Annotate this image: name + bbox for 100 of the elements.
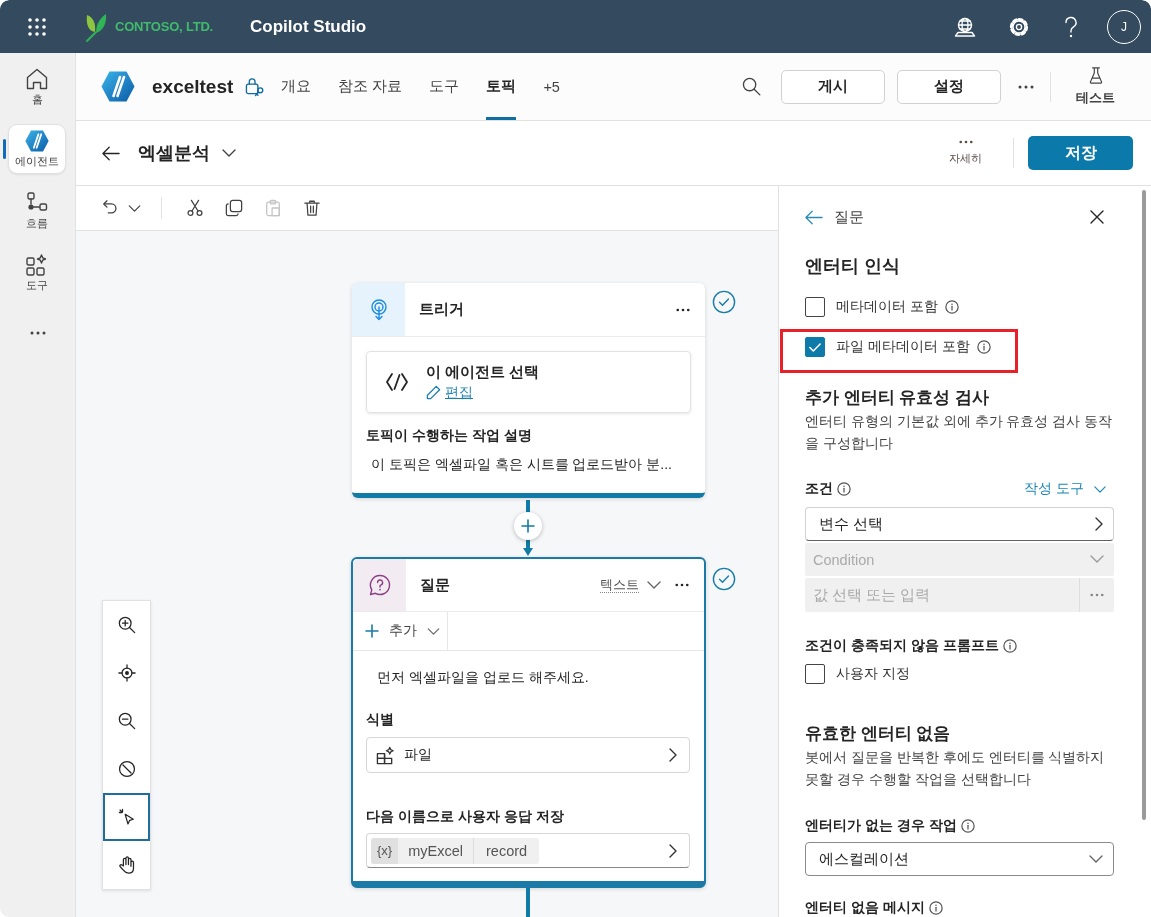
scissors-icon[interactable]	[186, 199, 204, 217]
chevron-right-icon	[669, 748, 677, 762]
field-label: 엔터티 없음 메시지	[805, 898, 925, 917]
chevron-down-icon	[427, 627, 440, 635]
publish-button[interactable]: 게시	[781, 69, 885, 104]
topic-title: 엑셀분석	[138, 142, 210, 165]
agent-name: exceltest	[152, 75, 234, 98]
field-label: 조건이 충족되지 않음 프롬프트	[805, 637, 999, 655]
close-icon[interactable]	[1090, 210, 1104, 224]
more-icon[interactable]	[675, 583, 689, 587]
section-title: 유효한 엔터티 없음	[805, 723, 952, 744]
more-icon[interactable]	[676, 307, 690, 312]
back-arrow-icon[interactable]	[102, 145, 120, 161]
rail-item[interactable]: 흐름	[8, 186, 66, 236]
details-button[interactable]: 자세히	[949, 140, 982, 166]
edit-link[interactable]: 편집	[426, 383, 540, 402]
entity-picker[interactable]: 파일	[366, 737, 690, 773]
crosshair-icon	[117, 664, 136, 682]
variable-symbol: {x}	[371, 837, 399, 864]
more-icon	[958, 140, 973, 144]
settings-icon[interactable]	[1009, 16, 1029, 37]
chevron-down-icon[interactable]	[128, 204, 141, 212]
info-icon[interactable]	[837, 482, 851, 496]
zoom-out-icon	[117, 712, 136, 730]
search-icon[interactable]	[742, 77, 761, 96]
chevron-down-icon	[1094, 485, 1106, 493]
add-menu-button[interactable]: 추가	[353, 612, 448, 650]
save-response-label: 다음 이름으로 사용자 응답 저장	[366, 807, 565, 826]
save-button[interactable]: 저장	[1028, 136, 1133, 170]
response-type-dropdown[interactable]: 텍스트	[600, 577, 661, 593]
scrollbar-thumb[interactable]	[1142, 190, 1146, 820]
variable-type: record	[485, 842, 529, 859]
more-icon[interactable]	[1018, 84, 1034, 89]
chevron-down-icon[interactable]	[222, 149, 236, 157]
rail-item[interactable]: 도구	[8, 248, 66, 298]
trigger-node[interactable]: 트리거 이 에이전트 선택 편집 토픽이 수행하는 작업 설명 이 토픽은 엑셀파일 혹은 시트를 업로드받아 분...	[352, 283, 705, 498]
formula-link[interactable]: 작성 도구	[1024, 480, 1106, 498]
action-card[interactable]: 이 에이전트 선택 편집	[366, 351, 691, 413]
undo-icon[interactable]	[102, 199, 120, 217]
settings-button[interactable]: 설정	[897, 69, 1001, 104]
connector-arrow	[521, 500, 535, 557]
back-button[interactable]: 질문	[805, 207, 864, 227]
variable-select-field[interactable]: 변수 선택	[805, 507, 1114, 541]
back-arrow-icon	[805, 209, 823, 225]
nav-tab[interactable]: 참조 자료	[338, 53, 403, 120]
checkbox-label: 메타데이터 포함	[836, 298, 938, 316]
variable-name: myExcel	[398, 837, 474, 864]
action-dropdown[interactable]: 에스컬레이션	[805, 842, 1114, 876]
field-label: 조건	[805, 480, 833, 498]
slash-circle-icon	[117, 760, 136, 778]
more-icon[interactable]	[29, 331, 46, 335]
app-launcher-icon[interactable]	[28, 17, 46, 36]
section-description: 봇에서 질문을 반복한 후에도 엔터티를 식별하지 못할 경우 수행할 작업을 선택합니다	[805, 748, 1106, 789]
description-text: 이 토픽은 엑셀파일 혹은 시트를 업로드받아 분...	[370, 456, 673, 474]
info-icon[interactable]	[976, 340, 991, 354]
info-icon[interactable]	[1002, 639, 1017, 653]
zoom-in-icon	[117, 616, 136, 634]
company-name: CONTOSO, LTD.	[115, 19, 214, 34]
info-icon[interactable]	[960, 819, 975, 833]
node-title: 질문	[420, 575, 450, 595]
trigger-icon	[369, 298, 388, 321]
info-icon[interactable]	[944, 300, 959, 314]
hand-icon	[117, 856, 136, 874]
nav-tab[interactable]: 도구	[429, 53, 460, 120]
action-title: 이 에이전트 선택	[426, 362, 540, 382]
checkbox[interactable]	[805, 337, 825, 357]
nav-tab[interactable]: 개요	[281, 53, 312, 120]
rail-item[interactable]: 에이전트	[8, 124, 66, 174]
checkbox[interactable]	[805, 664, 825, 684]
trash-icon[interactable]	[303, 199, 321, 217]
question-node[interactable]: 질문 텍스트 추가 먼저 엑셀파일을 업로드 해주세요. 식별 파일 다음 이름으로 사용자 응답 저장 {x} myExcel record	[351, 557, 706, 888]
plus-icon	[365, 624, 379, 638]
rail-item[interactable]: 홈	[8, 62, 66, 112]
leaf-logo-icon	[85, 11, 107, 42]
checkbox[interactable]	[805, 297, 825, 317]
info-icon[interactable]	[928, 900, 943, 915]
field-label: 엔터티가 없는 경우 작업	[805, 817, 957, 835]
home-icon	[26, 67, 48, 90]
variable-picker[interactable]: {x} myExcel record	[366, 833, 690, 868]
agent-logo-icon	[101, 71, 135, 102]
chevron-right-icon	[669, 843, 677, 858]
help-icon[interactable]	[1064, 15, 1078, 38]
entity-icon	[376, 745, 395, 765]
globe-icon[interactable]	[954, 16, 976, 37]
section-description: 엔터티 유형의 기본값 외에 추가 유효성 검사 동작을 구성합니다	[805, 412, 1114, 453]
test-button[interactable]: 테스트	[1076, 66, 1115, 107]
panel-title: 엔터티 인식	[805, 255, 901, 278]
pencil-icon	[426, 385, 441, 400]
select-tool-button[interactable]	[103, 793, 150, 841]
app-title: Copilot Studio	[250, 16, 367, 37]
checkbox-label: 사용자 지정	[836, 665, 910, 683]
add-node-button[interactable]	[514, 512, 542, 540]
plus-icon	[521, 519, 535, 533]
nav-tab[interactable]: +5	[543, 53, 560, 120]
copy-icon[interactable]	[225, 199, 243, 217]
chevron-right-icon	[1095, 517, 1103, 531]
code-icon	[385, 372, 409, 392]
flow-icon	[26, 191, 48, 214]
node-title: 트리거	[419, 300, 464, 319]
flask-icon	[1088, 66, 1103, 84]
